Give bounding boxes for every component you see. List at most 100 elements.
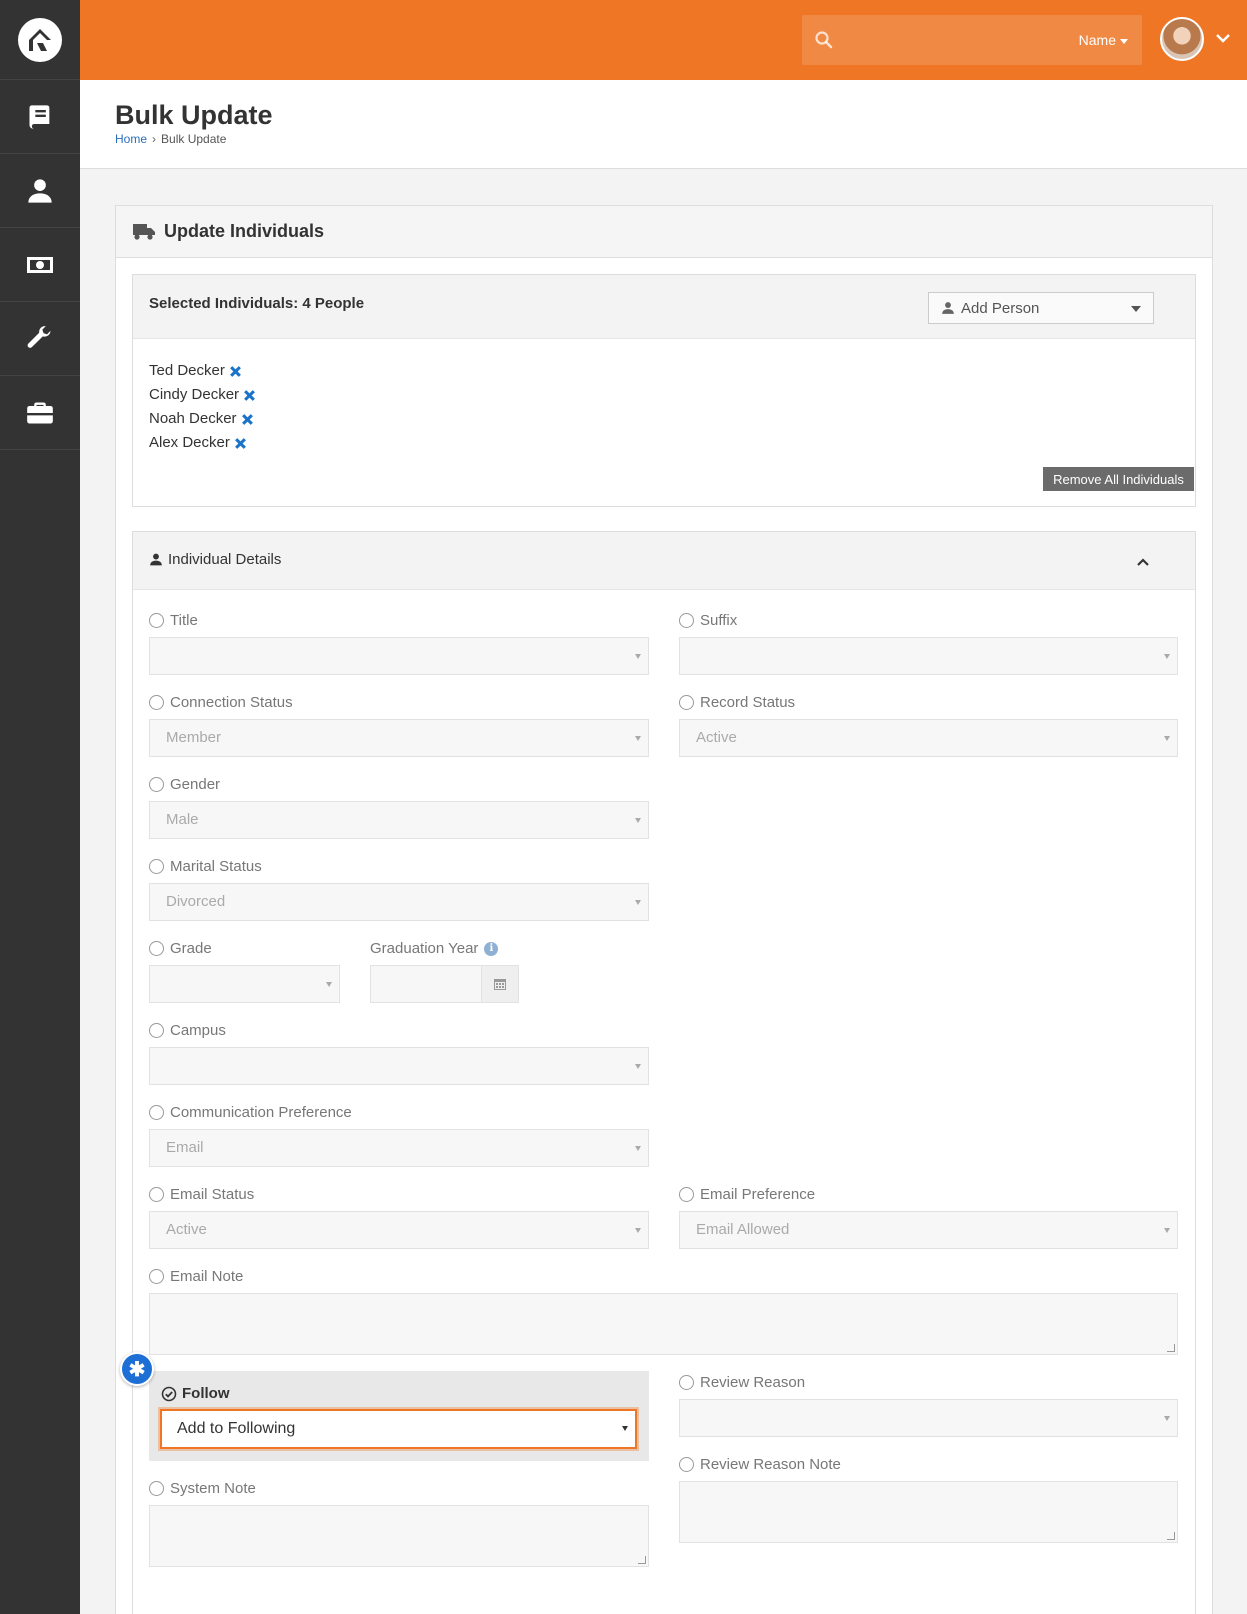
field-label: Grade — [170, 940, 212, 957]
marital-status-radio[interactable]: Marital Status — [149, 858, 262, 875]
system-note-textarea[interactable] — [149, 1505, 649, 1567]
select-value: Divorced — [166, 893, 226, 910]
grade-radio[interactable]: Grade — [149, 940, 212, 957]
field-label: Communication Preference — [170, 1104, 352, 1121]
title-radio[interactable]: Title — [149, 612, 198, 629]
system-note-radio[interactable]: System Note — [149, 1480, 256, 1497]
field-label: Email Preference — [700, 1186, 816, 1203]
email-preference-radio[interactable]: Email Preference — [679, 1186, 815, 1203]
field-label: Gender — [170, 776, 221, 793]
chevron-up-icon[interactable] — [1135, 554, 1151, 570]
sidebar-item-finance[interactable] — [0, 228, 80, 302]
email-status-radio[interactable]: Email Status — [149, 1186, 254, 1203]
search-type-dropdown[interactable]: Name — [1079, 32, 1128, 48]
remove-icon[interactable] — [243, 389, 256, 402]
top-bar: Name — [80, 0, 1247, 80]
field-label: Email Status — [170, 1186, 255, 1203]
review-reason-radio[interactable]: Review Reason — [679, 1374, 805, 1391]
calendar-button[interactable] — [481, 965, 519, 1003]
avatar[interactable] — [1160, 17, 1204, 61]
connection-status-select[interactable]: Member — [149, 719, 649, 757]
gender-select[interactable]: Male — [149, 801, 649, 839]
review-reason-note-textarea[interactable] — [679, 1481, 1178, 1543]
title-select[interactable] — [149, 637, 649, 675]
suffix-select[interactable] — [679, 637, 1178, 675]
communication-preference-select[interactable]: Email — [149, 1129, 649, 1167]
radio-icon — [679, 1375, 694, 1390]
remove-icon[interactable] — [234, 437, 247, 450]
selected-individuals-box: Selected Individuals: 4 People Add Perso… — [132, 274, 1196, 507]
search-bar[interactable]: Name — [802, 15, 1142, 65]
caret-down-icon — [1164, 736, 1170, 741]
briefcase-icon — [27, 402, 53, 423]
radio-icon — [149, 859, 164, 874]
campus-radio[interactable]: Campus — [149, 1022, 226, 1039]
individual-details-header[interactable]: Individual Details — [133, 532, 1195, 590]
graduation-year-input[interactable] — [370, 965, 482, 1003]
list-item: Cindy Decker — [149, 383, 256, 407]
graduation-year-label: Graduation Year i — [370, 940, 499, 957]
email-note-radio[interactable]: Email Note — [149, 1268, 243, 1285]
communication-preference-radio[interactable]: Communication Preference — [149, 1104, 352, 1121]
suffix-radio[interactable]: Suffix — [679, 612, 737, 629]
money-icon — [27, 256, 53, 273]
panel-title: Update Individuals — [164, 221, 325, 241]
add-person-picker[interactable]: Add Person — [928, 292, 1154, 324]
remove-all-button[interactable]: Remove All Individuals — [1043, 467, 1194, 491]
wrench-icon — [27, 325, 51, 348]
radio-icon — [149, 1481, 164, 1496]
sidebar — [0, 0, 80, 1614]
email-preference-select[interactable]: Email Allowed — [679, 1211, 1178, 1249]
breadcrumb-home[interactable]: Home — [115, 132, 147, 146]
radio-icon — [149, 613, 164, 628]
person-name: Cindy Decker — [149, 386, 240, 403]
search-icon — [815, 31, 833, 49]
review-reason-select[interactable] — [679, 1399, 1178, 1437]
connection-status-radio[interactable]: Connection Status — [149, 694, 293, 711]
caret-down-icon — [635, 736, 641, 741]
radio-icon — [679, 613, 694, 628]
person-name: Alex Decker — [149, 434, 230, 451]
select-value: Add to Following — [177, 1420, 296, 1437]
app-logo[interactable] — [0, 0, 80, 80]
grade-select[interactable] — [149, 965, 340, 1003]
caret-down-icon — [622, 1426, 628, 1431]
marital-status-select[interactable]: Divorced — [149, 883, 649, 921]
review-reason-note-radio[interactable]: Review Reason Note — [679, 1456, 841, 1473]
remove-icon[interactable] — [229, 365, 242, 378]
field-label: Graduation Year — [370, 940, 479, 957]
field-label: Marital Status — [170, 858, 262, 875]
gender-radio[interactable]: Gender — [149, 776, 220, 793]
follow-checked-label[interactable]: Follow — [161, 1385, 230, 1402]
remove-icon[interactable] — [241, 413, 254, 426]
add-person-label: Add Person — [961, 299, 1040, 317]
sidebar-item-tools[interactable] — [0, 302, 80, 376]
person-icon — [28, 178, 52, 203]
truck-icon — [133, 223, 155, 240]
sidebar-item-people[interactable] — [0, 154, 80, 228]
select-value: Member — [166, 729, 222, 746]
caret-down-icon — [635, 818, 641, 823]
campus-select[interactable] — [149, 1047, 649, 1085]
caret-down-icon — [635, 1228, 641, 1233]
record-status-radio[interactable]: Record Status — [679, 694, 795, 711]
calendar-icon — [494, 979, 506, 990]
sidebar-item-notes[interactable] — [0, 80, 80, 154]
record-status-select[interactable]: Active — [679, 719, 1178, 757]
email-note-textarea[interactable] — [149, 1293, 1178, 1355]
caret-down-icon — [635, 1064, 641, 1069]
breadcrumb: Home › Bulk Update — [115, 132, 226, 146]
select-value: Active — [166, 1221, 207, 1238]
sidebar-item-admin[interactable] — [0, 376, 80, 450]
field-label: Title — [170, 612, 198, 629]
info-icon[interactable]: i — [484, 941, 499, 956]
follow-select[interactable]: Add to Following — [160, 1409, 637, 1449]
caret-down-icon — [1120, 38, 1128, 44]
list-item: Ted Decker — [149, 359, 256, 383]
select-value: Email — [166, 1139, 204, 1156]
page-title: Bulk Update — [115, 100, 273, 130]
field-label: Campus — [170, 1022, 226, 1039]
field-label: Email Note — [170, 1268, 244, 1285]
chevron-down-icon[interactable] — [1215, 30, 1231, 46]
email-status-select[interactable]: Active — [149, 1211, 649, 1249]
